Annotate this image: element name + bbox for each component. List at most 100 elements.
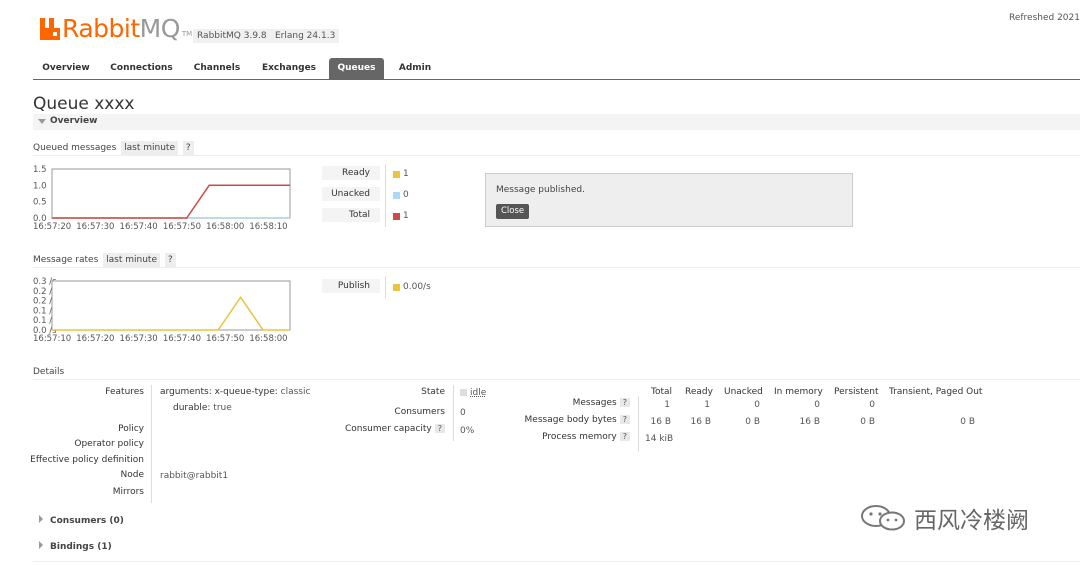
page-title: Queue xxxx (33, 94, 135, 114)
message-published-popup: Message published. Close (485, 173, 853, 227)
x-tick-label: 16:57:10 (33, 334, 71, 344)
legend-divider (385, 164, 386, 227)
x-tick-label: 16:58:00 (249, 334, 287, 344)
message-body-bytes-label: Message body bytes? (525, 415, 630, 425)
message-rates-label: Message rates (33, 255, 99, 265)
legend-total-value: 1 (403, 211, 409, 221)
unacked-swatch-icon[interactable] (393, 192, 400, 199)
collapse-triangle-icon (38, 119, 46, 124)
tab-admin[interactable]: Admin (389, 58, 441, 79)
total-swatch-icon[interactable] (393, 213, 400, 220)
logo-text: RabbitMQ (62, 14, 180, 43)
details-divider (453, 385, 454, 441)
watermark-text: 西风冷楼阙 (914, 508, 1029, 534)
divider (33, 267, 1080, 268)
rabbitmq-logo[interactable]: RabbitMQ TM (40, 14, 192, 44)
queued-messages-chart: 1.51.00.50.0 16:57:20 16:57:30 16:57:40 16:… (33, 165, 291, 232)
publish-swatch-icon[interactable] (393, 284, 400, 291)
bytes-unacked: 0 B (745, 417, 760, 427)
x-tick-label: 16:57:50 (206, 334, 244, 344)
wechat-logo-icon (861, 505, 905, 531)
tab-overview[interactable]: Overview (33, 58, 99, 79)
bytes-persistent: 0 B (860, 417, 875, 427)
x-tick-label: 16:57:40 (163, 334, 201, 344)
x-tick-label: 16:58:00 (206, 222, 244, 232)
bytes-total: 16 B (650, 417, 672, 427)
tab-connections[interactable]: Connections (103, 58, 180, 79)
legend-unacked-label: Unacked (322, 187, 380, 201)
legend-total-label: Total (322, 208, 380, 222)
message-rates-range-selector[interactable]: last minute (103, 253, 160, 267)
x-tick-label: 16:57:30 (120, 334, 158, 344)
queued-messages-help-icon[interactable]: ? (182, 141, 194, 155)
message-body-bytes-help-icon[interactable]: ? (619, 415, 630, 424)
consumer-capacity-help-icon[interactable]: ? (434, 424, 445, 433)
refreshed-status[interactable]: Refreshed 2021 (1009, 13, 1080, 23)
messages-help-icon[interactable]: ? (619, 398, 630, 407)
policy-label: Policy (118, 424, 144, 434)
popup-message: Message published. (496, 185, 585, 195)
message-rates-help-icon[interactable]: ? (164, 253, 176, 267)
divider (33, 155, 1080, 156)
col-ready: Ready (685, 387, 713, 397)
effective-policy-label: Effective policy definition (30, 455, 144, 465)
col-unacked: Unacked (724, 387, 763, 397)
state-value[interactable]: idle (470, 388, 486, 398)
col-in-memory: In memory (774, 387, 823, 397)
x-tick-label: 16:58:10 (249, 222, 287, 232)
x-tick-label: 16:57:50 (163, 222, 201, 232)
tab-channels[interactable]: Channels (184, 58, 250, 79)
node-label: Node (120, 470, 145, 480)
legend-publish-value: 0.00/s (403, 282, 431, 292)
rabbitmq-version-badge: RabbitMQ 3.9.8 (193, 29, 271, 43)
bytes-in-memory: 16 B (799, 417, 821, 427)
process-memory-label: Process memory? (542, 432, 630, 442)
overview-section-toggle[interactable]: Overview (33, 114, 1080, 130)
operator-policy-label: Operator policy (74, 439, 144, 449)
messages-persistent: 0 (869, 400, 875, 410)
tab-exchanges[interactable]: Exchanges (254, 58, 324, 79)
divider (33, 379, 1080, 380)
y-tick-label: 0.5 (33, 198, 47, 208)
messages-in-memory: 0 (814, 400, 820, 410)
consumer-capacity-value: 0% (460, 426, 475, 436)
node-value: rabbit@rabbit1 (160, 471, 229, 481)
expand-triangle-icon (39, 515, 43, 523)
messages-ready: 1 (704, 400, 710, 410)
messages-total: 1 (664, 400, 670, 410)
legend-divider (385, 276, 386, 298)
feature-arguments: arguments: x-queue-type: classic (160, 387, 311, 397)
bindings-section-toggle[interactable]: Bindings (1) (39, 541, 112, 552)
queued-messages-range-selector[interactable]: last minute (121, 141, 178, 155)
consumers-value: 0 (460, 408, 466, 418)
x-tick-label: 16:57:20 (76, 334, 114, 344)
details-header: Details (33, 367, 65, 377)
consumers-label: Consumers (394, 407, 445, 417)
message-rates-header: Message rates last minute ? (33, 253, 176, 267)
chart-plot-area (51, 168, 291, 219)
chart-plot-area (51, 280, 291, 331)
messages-row-label: Messages? (573, 398, 630, 408)
bytes-transient: 0 B (960, 417, 975, 427)
message-rates-chart: 0.3 /s0.2 /s0.2 /s0.1 /s0.1 /s0.0 /s 16:… (33, 277, 291, 344)
x-tick-label: 16:57:30 (76, 222, 114, 232)
legend-unacked-value: 0 (403, 190, 409, 200)
divider (33, 561, 1080, 562)
rabbit-logo-icon (40, 18, 60, 40)
logo-trademark: TM (181, 30, 193, 38)
process-memory-help-icon[interactable]: ? (619, 432, 630, 441)
feature-durable: durable: true (173, 403, 232, 413)
y-tick-label: 1.0 (33, 181, 47, 191)
tab-queues[interactable]: Queues (329, 58, 384, 79)
consumer-capacity-label: Consumer capacity? (345, 424, 445, 434)
queued-messages-header: Queued messages last minute ? (33, 141, 194, 155)
state-label: State (421, 387, 445, 397)
popup-close-button[interactable]: Close (496, 204, 530, 219)
x-tick-label: 16:57:20 (33, 222, 71, 232)
x-tick-label: 16:57:40 (120, 222, 158, 232)
features-label: Features (105, 387, 144, 397)
consumers-section-toggle[interactable]: Consumers (0) (39, 515, 124, 526)
watermark: 西风冷楼阙 (858, 503, 1029, 534)
legend-ready-label: Ready (322, 166, 380, 180)
ready-swatch-icon[interactable] (393, 171, 400, 178)
